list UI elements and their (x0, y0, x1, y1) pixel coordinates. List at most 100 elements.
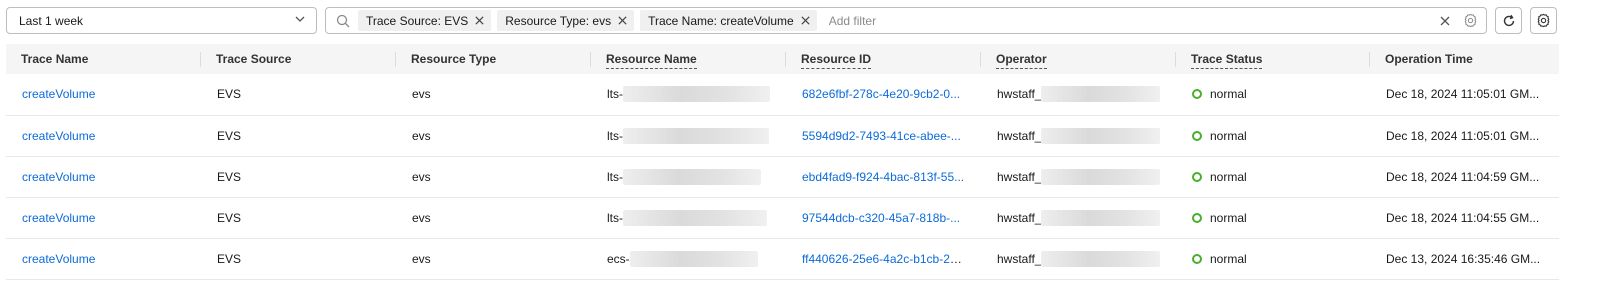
resource-name: lts- (607, 209, 770, 226)
resource-name-prefix: ecs- (607, 251, 630, 266)
cell-resource-type: evs (412, 128, 431, 143)
cell-trace-status: normal (1176, 115, 1370, 156)
trace-name-link[interactable]: createVolume (22, 129, 95, 143)
status-label: normal (1210, 128, 1247, 143)
redacted-text (629, 250, 758, 267)
operator-prefix: hwstaff_ (997, 251, 1042, 266)
status-label: normal (1210, 210, 1247, 225)
table-settings-button[interactable] (1530, 7, 1557, 34)
cell-resource-name: lts- (591, 74, 786, 115)
trace-name-link[interactable]: createVolume (22, 211, 95, 225)
column-header-label: Resource Type (411, 52, 497, 66)
column-header-label[interactable]: Resource Name (606, 52, 697, 69)
status-dot-icon (1192, 212, 1202, 223)
column-header-label: Trace Source (216, 52, 292, 66)
table-row: createVolume EVS evs lts-ebd4fad9-f924-4bac… (6, 156, 1559, 197)
cell-operator: hwstaff_ (981, 238, 1176, 279)
search-icon (336, 14, 350, 28)
redacted-text (623, 86, 770, 103)
column-header-label[interactable]: Operator (996, 52, 1047, 69)
clear-icon[interactable] (1439, 15, 1451, 27)
column-header-label[interactable]: Trace Status (1191, 52, 1263, 69)
column-header-label: Trace Name (21, 52, 89, 66)
resource-name: lts- (607, 86, 770, 103)
resource-id-link[interactable]: ebd4fad9-f924-4bac-813f-55... (802, 170, 964, 184)
cell-operation-time: Dec 18, 2024 11:05:01 GM... (1386, 128, 1540, 143)
refresh-icon (1502, 14, 1516, 28)
table-row: createVolume EVS evs lts- 682e6fbf-278c-4e20… (6, 74, 1559, 115)
redacted-text (1041, 127, 1160, 144)
column-header: Operator (981, 44, 1176, 74)
cell-trace-name: createVolume (6, 115, 201, 156)
operator-prefix: hwstaff_ (997, 169, 1042, 184)
toolbar: Last 1 week Trace Source: EVS Resource Ty… (0, 0, 1613, 44)
column-header-label: Operation Time (1385, 52, 1473, 66)
resource-id-link[interactable]: 97544dcb-c320-45a7-818b-... (802, 211, 960, 225)
table-row: createVolume EVS evs lts- 97544dcb-c320-45a7… (6, 197, 1559, 238)
settings-icon[interactable] (1463, 13, 1478, 28)
cell-trace-source: EVS (217, 87, 242, 102)
cell-resource-type: evs (412, 87, 431, 102)
cell-operator: hwstaff_ (981, 115, 1176, 156)
status-label: normal (1210, 251, 1247, 266)
redacted-text (1041, 86, 1160, 103)
resource-id-link[interactable]: 5594d9d2-7493-41ce-abee-... (802, 129, 961, 143)
operator-prefix: hwstaff_ (997, 210, 1042, 225)
resource-name: ecs- (607, 250, 770, 267)
close-icon[interactable] (800, 15, 811, 26)
cell-trace-source: EVS (217, 128, 242, 143)
cell-resource-id: ebd4fad9-f924-4bac-813f-55... (786, 156, 981, 197)
trace-name-link[interactable]: createVolume (22, 252, 95, 266)
column-header: Resource ID (786, 44, 981, 74)
status-dot-icon (1192, 130, 1202, 141)
status-badge: normal (1192, 129, 1354, 143)
column-header: Trace Source (201, 44, 396, 74)
status-badge: normal (1192, 170, 1354, 184)
cell-resource-name: lts- (591, 115, 786, 156)
column-header: Resource Name (591, 44, 786, 74)
status-label: normal (1210, 169, 1247, 184)
settings-icon (1536, 13, 1551, 28)
status-label: normal (1210, 87, 1247, 102)
cell-resource-id: 682e6fbf-278c-4e20-9cb2-0... (786, 74, 981, 115)
cell-trace-status: normal (1176, 156, 1370, 197)
redacted-text (1041, 250, 1160, 267)
time-range-value: Last 1 week (19, 13, 84, 28)
column-header: Trace Name (6, 44, 201, 74)
cell-trace-source: EVS (217, 251, 242, 266)
operator-prefix: hwstaff_ (997, 87, 1042, 102)
operator: hwstaff_ (997, 250, 1160, 267)
column-header: Trace Status (1176, 44, 1370, 74)
status-badge: normal (1192, 211, 1354, 225)
search-filter-box[interactable]: Trace Source: EVS Resource Type: evs Trace… (325, 7, 1487, 34)
cell-operator: hwstaff_ (981, 156, 1176, 197)
table-row: createVolume EVS evs ecs-ff440626-25e6-4a2c… (6, 238, 1559, 279)
cell-resource-type: evs (412, 251, 431, 266)
cell-resource-type: evs (412, 169, 431, 184)
redacted-text (623, 168, 761, 185)
operator-prefix: hwstaff_ (997, 128, 1042, 143)
resource-id-link[interactable]: ff440626-25e6-4a2c-b1cb-2c... (802, 252, 966, 266)
chevron-down-icon (294, 13, 306, 28)
table-body: createVolume EVS evs lts- 682e6fbf-278c-4e20… (6, 74, 1559, 279)
cell-trace-status: normal (1176, 197, 1370, 238)
time-range-select[interactable]: Last 1 week (6, 7, 317, 34)
cell-resource-type: evs (412, 210, 431, 225)
column-header: Operation Time (1370, 44, 1559, 74)
resource-id-link[interactable]: 682e6fbf-278c-4e20-9cb2-0... (802, 87, 960, 101)
resource-name: lts- (607, 127, 770, 144)
trace-name-link[interactable]: createVolume (22, 170, 95, 184)
close-icon[interactable] (617, 15, 628, 26)
close-icon[interactable] (474, 15, 485, 26)
resource-name: lts- (607, 168, 770, 185)
cell-resource-id: 5594d9d2-7493-41ce-abee-... (786, 115, 981, 156)
status-badge: normal (1192, 87, 1354, 101)
cell-operator: hwstaff_ (981, 74, 1176, 115)
cell-trace-name: createVolume (6, 197, 201, 238)
column-header-label[interactable]: Resource ID (801, 52, 872, 69)
trace-name-link[interactable]: createVolume (22, 87, 95, 101)
operator: hwstaff_ (997, 168, 1160, 185)
add-filter-input[interactable] (826, 10, 1439, 31)
refresh-button[interactable] (1495, 7, 1522, 34)
resource-name-prefix: lts- (607, 169, 623, 184)
